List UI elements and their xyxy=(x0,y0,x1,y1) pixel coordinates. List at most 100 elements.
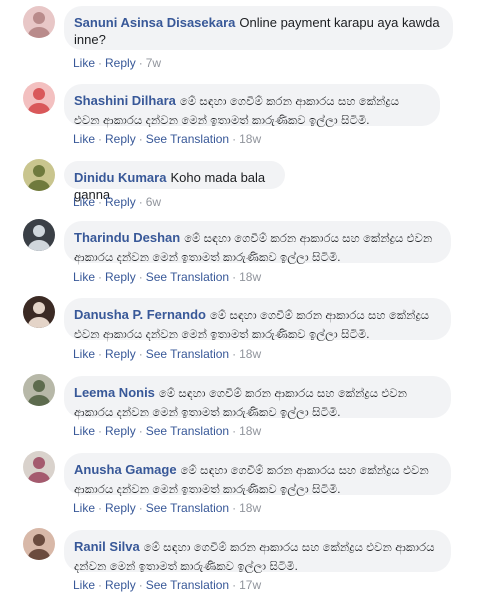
separator-dot: · xyxy=(98,424,103,438)
like-button[interactable]: Like xyxy=(73,424,95,438)
avatar-image xyxy=(23,6,55,38)
avatar[interactable] xyxy=(23,82,55,114)
timestamp[interactable]: 7w xyxy=(146,56,161,70)
avatar[interactable] xyxy=(23,6,55,38)
separator-dot: · xyxy=(98,270,103,284)
avatar-image xyxy=(23,219,55,251)
see-translation-link[interactable]: See Translation xyxy=(146,132,229,146)
comment-actions: Like · Reply · 6w xyxy=(73,195,161,209)
reply-button[interactable]: Reply xyxy=(105,270,136,284)
separator-dot: · xyxy=(232,347,237,361)
reply-button[interactable]: Reply xyxy=(105,347,136,361)
comment-actions: Like · Reply · See Translation · 18w xyxy=(73,132,261,146)
timestamp[interactable]: 18w xyxy=(239,501,261,515)
separator-dot: · xyxy=(138,195,143,209)
avatar-image xyxy=(23,296,55,328)
comment-actions: Like · Reply · See Translation · 18w xyxy=(73,270,261,284)
like-button[interactable]: Like xyxy=(73,195,95,209)
comment-list: Sanuni Asinsa Disasekara Online payment k… xyxy=(0,0,500,600)
separator-dot: · xyxy=(138,501,143,515)
separator-dot: · xyxy=(232,132,237,146)
timestamp[interactable]: 18w xyxy=(239,347,261,361)
like-button[interactable]: Like xyxy=(73,347,95,361)
comment-bubble: Shashini Dilhara මේ සඳහා ගෙවීම් කරන ආකාරය… xyxy=(64,84,440,127)
comment-bubble: Sanuni Asinsa Disasekara Online payment k… xyxy=(64,6,453,50)
avatar-image xyxy=(23,159,55,191)
like-button[interactable]: Like xyxy=(73,132,95,146)
timestamp[interactable]: 18w xyxy=(239,132,261,146)
see-translation-link[interactable]: See Translation xyxy=(146,501,229,515)
avatar-image xyxy=(23,528,55,560)
separator-dot: · xyxy=(98,195,103,209)
comment-author[interactable]: Anusha Gamage xyxy=(74,462,177,477)
timestamp[interactable]: 18w xyxy=(239,424,261,438)
avatar-head xyxy=(33,225,45,237)
see-translation-link[interactable]: See Translation xyxy=(146,270,229,284)
comment-author[interactable]: Ranil Silva xyxy=(74,539,140,554)
comment-bubble: Anusha Gamage මේ සඳහා ගෙවීම් කරන ආකාරය සහ… xyxy=(64,453,451,496)
timestamp[interactable]: 17w xyxy=(239,578,261,592)
comment-actions: Like · Reply · See Translation · 18w xyxy=(73,347,261,361)
reply-button[interactable]: Reply xyxy=(105,132,136,146)
like-button[interactable]: Like xyxy=(73,578,95,592)
timestamp[interactable]: 6w xyxy=(146,195,161,209)
separator-dot: · xyxy=(232,270,237,284)
avatar[interactable] xyxy=(23,219,55,251)
reply-button[interactable]: Reply xyxy=(105,578,136,592)
comment-author[interactable]: Dinidu Kumara xyxy=(74,170,166,185)
separator-dot: · xyxy=(98,347,103,361)
comment-bubble: Leema Nonis මේ සඳහා ගෙවීම් කරන ආකාරය සහ ක… xyxy=(64,376,451,419)
separator-dot: · xyxy=(138,578,143,592)
avatar[interactable] xyxy=(23,296,55,328)
separator-dot: · xyxy=(138,270,143,284)
avatar-image xyxy=(23,82,55,114)
separator-dot: · xyxy=(98,578,103,592)
comment-author[interactable]: Sanuni Asinsa Disasekara xyxy=(74,15,235,30)
avatar[interactable] xyxy=(23,374,55,406)
avatar-image xyxy=(23,374,55,406)
comment-author[interactable]: Leema Nonis xyxy=(74,385,155,400)
see-translation-link[interactable]: See Translation xyxy=(146,578,229,592)
separator-dot: · xyxy=(138,347,143,361)
comment-actions: Like · Reply · See Translation · 17w xyxy=(73,578,261,592)
comment-bubble: Dinidu Kumara Koho mada bala ganna xyxy=(64,161,285,202)
comment-actions: Like · Reply · See Translation · 18w xyxy=(73,501,261,515)
separator-dot: · xyxy=(98,501,103,515)
separator-dot: · xyxy=(98,132,103,146)
reply-button[interactable]: Reply xyxy=(105,195,136,209)
separator-dot: · xyxy=(232,578,237,592)
comment-bubble: Tharindu Deshan මේ සඳහා ගෙවීම් කරන ආකාරය … xyxy=(64,221,451,264)
reply-button[interactable]: Reply xyxy=(105,424,136,438)
comment-bubble: Danusha P. Fernando මේ සඳහා ගෙවීම් කරන ආක… xyxy=(64,298,451,341)
comment-bubble: Ranil Silva මේ සඳහා ගෙවීම් කරන ආකාරය සහ ක… xyxy=(64,530,451,573)
like-button[interactable]: Like xyxy=(73,501,95,515)
separator-dot: · xyxy=(138,424,143,438)
avatar-head xyxy=(33,302,45,314)
avatar[interactable] xyxy=(23,159,55,191)
comment-author[interactable]: Tharindu Deshan xyxy=(74,230,180,245)
timestamp[interactable]: 18w xyxy=(239,270,261,284)
reply-button[interactable]: Reply xyxy=(105,501,136,515)
see-translation-link[interactable]: See Translation xyxy=(146,347,229,361)
like-button[interactable]: Like xyxy=(73,270,95,284)
avatar[interactable] xyxy=(23,528,55,560)
separator-dot: · xyxy=(98,56,103,70)
avatar-head xyxy=(33,165,45,177)
avatar-head xyxy=(33,380,45,392)
comment-actions: Like · Reply · See Translation · 18w xyxy=(73,424,261,438)
reply-button[interactable]: Reply xyxy=(105,56,136,70)
avatar-image xyxy=(23,451,55,483)
avatar-head xyxy=(33,534,45,546)
avatar-head xyxy=(33,457,45,469)
see-translation-link[interactable]: See Translation xyxy=(146,424,229,438)
separator-dot: · xyxy=(232,424,237,438)
comment-actions: Like · Reply · 7w xyxy=(73,56,161,70)
comment-author[interactable]: Danusha P. Fernando xyxy=(74,307,206,322)
comment-author[interactable]: Shashini Dilhara xyxy=(74,93,176,108)
avatar-head xyxy=(33,88,45,100)
separator-dot: · xyxy=(138,132,143,146)
avatar[interactable] xyxy=(23,451,55,483)
separator-dot: · xyxy=(232,501,237,515)
like-button[interactable]: Like xyxy=(73,56,95,70)
separator-dot: · xyxy=(138,56,143,70)
